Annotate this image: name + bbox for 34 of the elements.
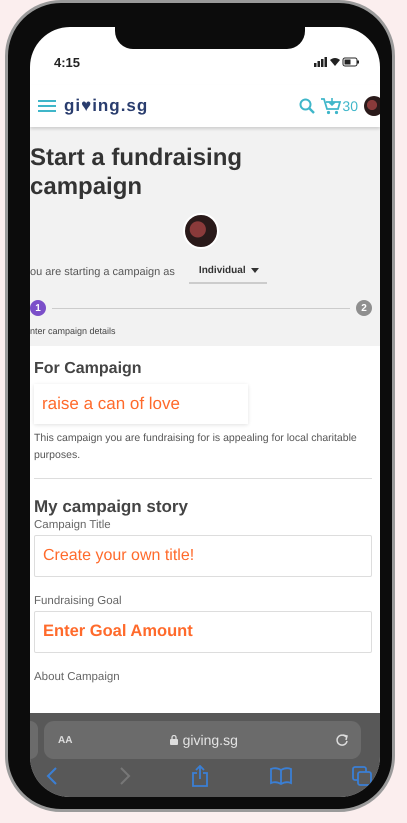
section-heading: My campaign story [34,497,189,517]
address-bar[interactable]: AA giving.sg [44,721,361,759]
text-size-button[interactable]: AA [58,734,72,746]
status-icons [314,56,360,68]
campaign-description: This campaign you are fundraising for is appealing for local charitable purposes. [34,431,358,463]
account-type-dropdown[interactable]: Individual [188,259,267,284]
caret-icon [250,268,259,273]
logo[interactable]: gi♥ing.sg [64,96,148,116]
tabs-icon[interactable] [352,766,372,786]
input-field[interactable]: Create your own title! [34,535,372,577]
field-label: About Campaign [34,671,121,683]
campaign-card[interactable]: raise a can of love [34,384,248,424]
back-icon[interactable] [46,766,58,786]
field-label: Fundraising Goal [34,595,123,607]
menu-icon[interactable] [38,100,56,112]
cart-icon[interactable] [321,97,342,115]
search-icon[interactable] [299,98,316,114]
step-number: 2 [356,300,372,316]
input-field[interactable]: Enter Goal Amount [34,611,372,653]
step-number: 1 [30,300,46,316]
page-title: Start a fundraising campaign [30,143,244,201]
section-heading: For Campaign [34,360,143,378]
campaign-as-label: ou are starting a campaign as [30,266,175,278]
forward-icon[interactable] [118,766,130,786]
lock-icon [170,735,178,745]
field-label: Campaign Title [34,519,112,531]
book-icon[interactable] [270,767,292,785]
status-time: 4:15 [54,54,80,70]
tab-pill[interactable] [30,721,38,759]
share-icon[interactable] [191,765,209,787]
url-text: giving.sg [182,732,238,748]
step-caption: nter campaign details [30,326,117,336]
reload-icon[interactable] [335,733,349,747]
cart-count: 30 [342,98,358,114]
